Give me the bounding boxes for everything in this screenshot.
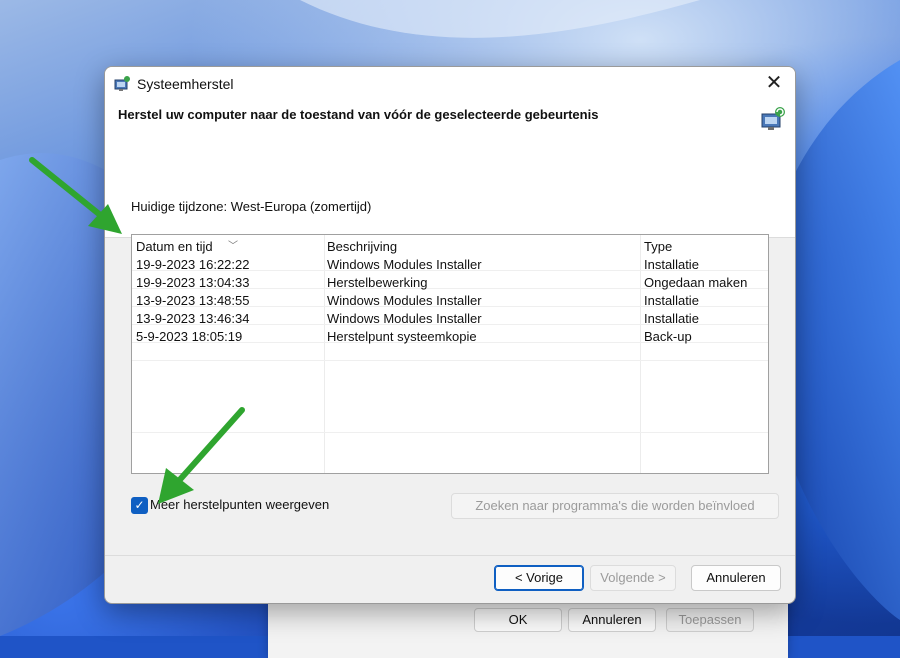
cell-type: Installatie — [644, 257, 699, 272]
cell-date: 19-9-2023 13:04:33 — [136, 275, 250, 290]
system-restore-icon — [114, 76, 130, 91]
footer-divider — [105, 555, 795, 556]
dialog-header: Herstel uw computer naar de toestand van… — [105, 101, 795, 238]
cell-description: Windows Modules Installer — [327, 293, 482, 308]
background-cancel-button[interactable]: Annuleren — [568, 608, 656, 632]
scan-affected-programs-button[interactable]: Zoeken naar programma's die worden beïnv… — [451, 493, 779, 519]
row-divider — [132, 360, 768, 361]
cell-description: Windows Modules Installer — [327, 311, 482, 326]
cell-type: Installatie — [644, 311, 699, 326]
page-title: Herstel uw computer naar de toestand van… — [118, 107, 599, 122]
cell-type: Installatie — [644, 293, 699, 308]
background-ok-button[interactable]: OK — [474, 608, 562, 632]
cell-date: 13-9-2023 13:46:34 — [136, 311, 250, 326]
cell-type: Ongedaan maken — [644, 275, 748, 290]
annotation-arrow-icon — [158, 407, 245, 504]
title-bar: Systeemherstel ✕ — [105, 67, 795, 101]
cell-description: Herstelpunt systeemkopie — [327, 329, 477, 344]
cell-description: Windows Modules Installer — [327, 257, 482, 272]
timezone-label: Huidige tijdzone: West-Europa (zomertijd… — [131, 199, 372, 214]
cell-date: 19-9-2023 16:22:22 — [136, 257, 250, 272]
column-header-type[interactable]: Type — [644, 239, 672, 254]
annotation-arrow-icon — [29, 157, 122, 234]
more-restore-points-checkbox[interactable]: ✓ — [131, 497, 148, 514]
system-restore-dialog: Systeemherstel ✕ Herstel uw computer naa… — [104, 66, 796, 604]
cell-date: 5-9-2023 18:05:19 — [136, 329, 243, 344]
column-header-date[interactable]: Datum en tijd ﹀ — [136, 239, 238, 254]
sort-descending-icon: ﹀ — [228, 241, 238, 252]
column-header-description[interactable]: Beschrijving — [327, 239, 397, 254]
cancel-button[interactable]: Annuleren — [691, 565, 781, 591]
column-header-date-label: Datum en tijd — [136, 239, 213, 254]
close-icon[interactable]: ✕ — [761, 71, 787, 97]
system-restore-icon — [761, 107, 785, 130]
cell-description: Herstelbewerking — [327, 275, 428, 290]
next-button[interactable]: Volgende > — [590, 565, 676, 591]
window-title: Systeemherstel — [137, 76, 234, 92]
cell-date: 13-9-2023 13:48:55 — [136, 293, 250, 308]
back-button[interactable]: < Vorige — [494, 565, 584, 591]
background-properties-dialog: OK Annuleren Toepassen — [268, 598, 788, 658]
background-apply-button[interactable]: Toepassen — [666, 608, 754, 632]
cell-type: Back-up — [644, 329, 692, 344]
